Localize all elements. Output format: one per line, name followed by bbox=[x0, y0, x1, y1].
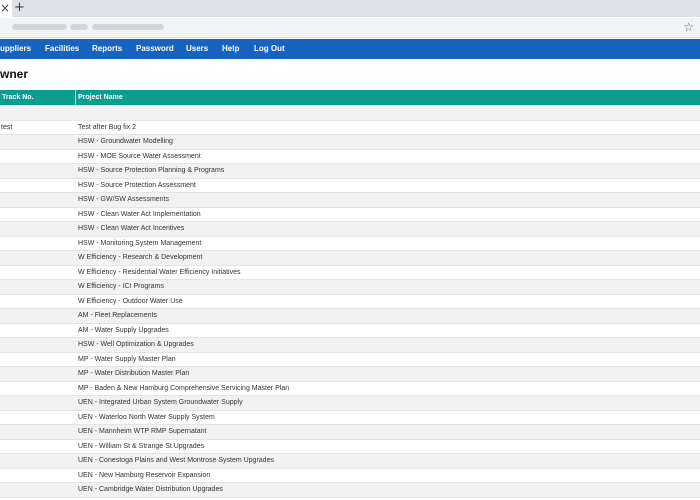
table-row[interactable]: W Efficiency - Residential Water Efficie… bbox=[0, 266, 700, 280]
table-row[interactable]: W Efficiency - Outdoor Water Use bbox=[0, 295, 700, 309]
new-tab-icon[interactable]: + bbox=[14, 0, 25, 16]
nav-logout[interactable]: Log Out bbox=[254, 39, 285, 59]
url-blurred-text bbox=[12, 24, 67, 30]
table-row[interactable]: AM - Water Supply Upgrades bbox=[0, 324, 700, 338]
project-name-cell[interactable]: UEN - Cambridge Water Distribution Upgra… bbox=[78, 483, 223, 497]
table-row[interactable]: HSW - Source Protection Planning & Progr… bbox=[0, 164, 700, 179]
url-blurred-text bbox=[70, 24, 88, 30]
bookmark-star-icon[interactable]: ☆ bbox=[683, 19, 694, 35]
column-header-track-no[interactable]: Track No. bbox=[2, 90, 34, 105]
table-row[interactable]: UEN - Mannheim WTP RMP Supernatant bbox=[0, 425, 700, 440]
project-name-cell[interactable]: UEN - New Hamburg Reservoir Expansion bbox=[78, 469, 210, 483]
project-name-cell[interactable]: MP - Water Distribution Master Plan bbox=[78, 367, 189, 381]
table-row[interactable]: UEN - New Hamburg Reservoir Expansion bbox=[0, 469, 700, 483]
close-tab-icon[interactable]: × bbox=[0, 1, 10, 15]
nav-help[interactable]: Help bbox=[222, 39, 239, 59]
project-name-cell[interactable]: HSW - Source Protection Assessment bbox=[78, 179, 196, 193]
table-row[interactable]: test Test after Bug fix 2 bbox=[0, 121, 700, 135]
table-row[interactable]: MP - Water Distribution Master Plan bbox=[0, 367, 700, 382]
project-name-cell[interactable]: HSW - GW/SW Assessments bbox=[78, 193, 169, 207]
table-row[interactable]: MP - Water Supply Master Plan bbox=[0, 353, 700, 367]
project-name-cell[interactable]: HSW - Monitoring System Management bbox=[78, 237, 201, 251]
nav-suppliers[interactable]: uppliers bbox=[0, 39, 31, 59]
table-row[interactable]: HSW - Source Protection Assessment bbox=[0, 179, 700, 193]
nav-users[interactable]: Users bbox=[186, 39, 208, 59]
project-name-cell[interactable]: W Efficiency - Residential Water Efficie… bbox=[78, 266, 240, 280]
table-row[interactable]: W Efficiency - ICI Programs bbox=[0, 280, 700, 295]
nav-password[interactable]: Password bbox=[136, 39, 174, 59]
column-header-project-name[interactable]: Project Name bbox=[78, 90, 123, 105]
table-row[interactable]: AM - Fleet Replacements bbox=[0, 309, 700, 324]
project-name-cell[interactable]: UEN - Waterloo North Water Supply System bbox=[78, 411, 215, 425]
table-row[interactable]: UEN - Conestoga Plains and West Montrose… bbox=[0, 454, 700, 469]
table-header: Track No. Project Name bbox=[0, 90, 700, 105]
project-name-cell[interactable]: W Efficiency - Research & Development bbox=[78, 251, 202, 265]
table-row[interactable]: UEN - Cambridge Water Distribution Upgra… bbox=[0, 483, 700, 498]
track-no-cell: test bbox=[1, 123, 13, 131]
table-row[interactable]: UEN - William St & Strange St Upgrades bbox=[0, 440, 700, 454]
project-name-cell[interactable]: UEN - Mannheim WTP RMP Supernatant bbox=[78, 425, 207, 439]
project-name-cell[interactable]: UEN - Integrated Urban System Groundwate… bbox=[78, 396, 243, 410]
table-row[interactable]: W Efficiency - Research & Development bbox=[0, 251, 700, 266]
project-name-cell[interactable]: AM - Fleet Replacements bbox=[78, 309, 157, 323]
browser-address-bar: ☆ bbox=[0, 17, 700, 38]
project-name-cell[interactable]: AM - Water Supply Upgrades bbox=[78, 324, 169, 338]
main-nav: uppliers Facilities Reports Password Use… bbox=[0, 39, 700, 59]
page-title: wner bbox=[0, 67, 29, 81]
project-name-cell[interactable]: HSW - Well Optimization & Upgrades bbox=[78, 338, 194, 352]
table-row[interactable]: MP - Baden & New Hamburg Comprehensive S… bbox=[0, 382, 700, 396]
project-name-cell[interactable]: UEN - William St & Strange St Upgrades bbox=[78, 440, 204, 454]
table-row[interactable]: HSW - Monitoring System Management bbox=[0, 237, 700, 251]
project-name-cell[interactable]: MP - Water Supply Master Plan bbox=[78, 353, 176, 367]
project-name-cell[interactable]: HSW - Groundwater Modelling bbox=[78, 135, 173, 149]
project-name-cell[interactable]: Test after Bug fix 2 bbox=[78, 121, 136, 135]
url-blurred-text bbox=[92, 24, 164, 30]
table-row[interactable]: HSW - Well Optimization & Upgrades bbox=[0, 338, 700, 353]
table-row[interactable]: HSW - Clean Water Act Implementation bbox=[0, 208, 700, 222]
table-row[interactable]: HSW - MOE Source Water Assessment bbox=[0, 150, 700, 164]
project-name-cell[interactable]: HSW - MOE Source Water Assessment bbox=[78, 150, 201, 164]
browser-tab-strip: × + bbox=[0, 0, 700, 17]
project-name-cell[interactable]: HSW - Clean Water Act Implementation bbox=[78, 208, 201, 222]
projects-table-body: test Test after Bug fix 2 HSW - Groundwate… bbox=[0, 106, 700, 500]
url-field[interactable]: ☆ bbox=[0, 18, 700, 36]
project-name-cell[interactable]: W Efficiency - Outdoor Water Use bbox=[78, 295, 183, 309]
column-divider bbox=[75, 90, 76, 105]
nav-reports[interactable]: Reports bbox=[92, 39, 122, 59]
table-row[interactable]: HSW - Groundwater Modelling bbox=[0, 135, 700, 150]
table-row[interactable]: UEN - Integrated Urban System Groundwate… bbox=[0, 396, 700, 411]
project-name-cell[interactable]: MP - Baden & New Hamburg Comprehensive S… bbox=[78, 382, 289, 396]
nav-facilities[interactable]: Facilities bbox=[45, 39, 79, 59]
browser-tab[interactable]: × bbox=[0, 0, 12, 17]
project-name-cell[interactable]: HSW - Clean Water Act Incentives bbox=[78, 222, 184, 236]
table-row[interactable]: HSW - GW/SW Assessments bbox=[0, 193, 700, 208]
project-name-cell[interactable]: W Efficiency - ICI Programs bbox=[78, 280, 164, 294]
project-name-cell[interactable]: HSW - Source Protection Planning & Progr… bbox=[78, 164, 224, 178]
project-name-cell[interactable]: UEN - Conestoga Plains and West Montrose… bbox=[78, 454, 274, 468]
table-row[interactable]: UEN - Waterloo North Water Supply System bbox=[0, 411, 700, 425]
table-row[interactable]: HSW - Clean Water Act Incentives bbox=[0, 222, 700, 237]
table-row[interactable] bbox=[0, 106, 700, 121]
